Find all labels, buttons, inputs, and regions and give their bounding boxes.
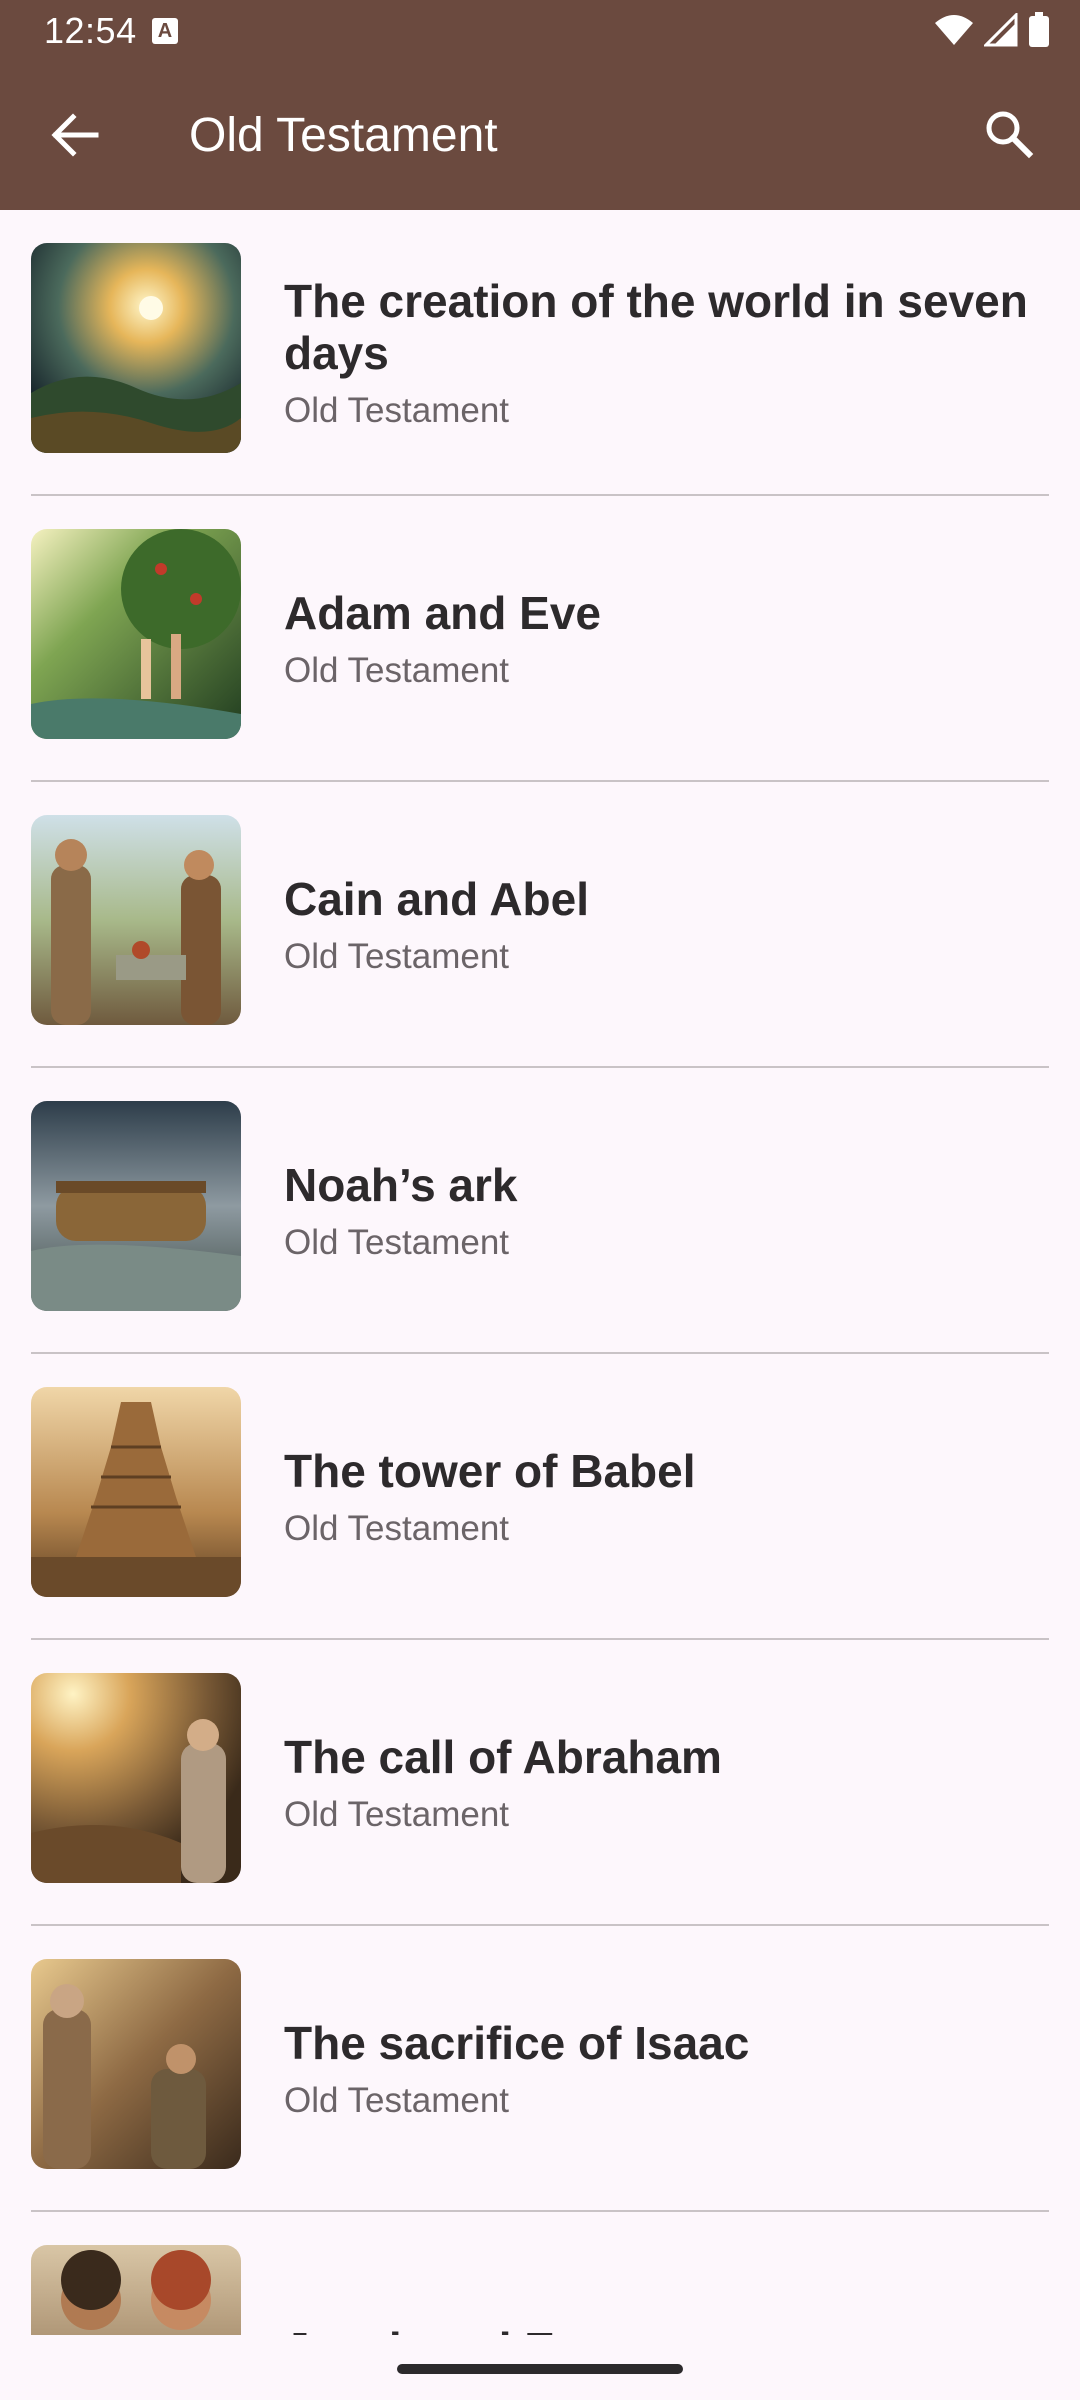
list-item-text: The tower of Babel Old Testament xyxy=(284,1354,1040,1640)
wifi-icon xyxy=(935,15,973,45)
list-item-text: Adam and Eve Old Testament xyxy=(284,496,1040,782)
list-item[interactable]: The tower of Babel Old Testament xyxy=(0,1354,1080,1640)
a-icon: A xyxy=(152,18,178,44)
story-subtitle: Old Testament xyxy=(284,651,510,690)
status-icons xyxy=(934,12,1050,48)
story-title: Jacob and Esau xyxy=(284,2323,1040,2335)
story-subtitle: Old Testament xyxy=(284,1509,510,1548)
story-subtitle: Old Testament xyxy=(284,2081,510,2120)
story-title: Noah’s ark xyxy=(284,1159,518,1211)
story-thumbnail xyxy=(31,529,241,739)
story-list[interactable]: The creation of the world in seven days … xyxy=(0,210,1080,2335)
story-thumbnail xyxy=(31,1101,241,1311)
list-item-text: The sacrifice of Isaac Old Testament xyxy=(284,1926,1040,2212)
story-title: The creation of the world in seven days xyxy=(284,275,1028,379)
list-item[interactable]: Noah’s ark Old Testament xyxy=(0,1068,1080,1354)
status-time: 12:54 xyxy=(44,10,137,51)
list-item[interactable]: Cain and Abel Old Testament xyxy=(0,782,1080,1068)
back-button[interactable] xyxy=(40,100,110,170)
signal-icon xyxy=(984,13,1018,47)
list-item[interactable]: The call of Abraham Old Testament xyxy=(0,1640,1080,1926)
story-title: The tower of Babel xyxy=(284,1445,696,1497)
list-item[interactable]: Jacob and Esau xyxy=(0,2212,1080,2335)
list-item-text: The creation of the world in seven days … xyxy=(284,210,1040,496)
story-thumbnail xyxy=(31,2245,241,2335)
story-title: Cain and Abel xyxy=(284,873,589,925)
battery-icon xyxy=(1029,12,1049,47)
app-bar: 12:54 A Old Testament xyxy=(0,0,1080,210)
story-thumbnail xyxy=(31,1387,241,1597)
page-title: Old Testament xyxy=(189,109,498,162)
story-thumbnail xyxy=(31,1959,241,2169)
list-item-text: Noah’s ark Old Testament xyxy=(284,1068,1040,1354)
story-thumbnail xyxy=(31,243,241,453)
story-thumbnail xyxy=(31,1673,241,1883)
list-item[interactable]: The creation of the world in seven days … xyxy=(0,210,1080,496)
status-bar: 12:54 A xyxy=(0,0,1080,60)
search-icon xyxy=(986,111,1034,159)
story-subtitle: Old Testament xyxy=(284,1795,510,1834)
story-thumbnail xyxy=(31,815,241,1025)
search-button[interactable] xyxy=(974,100,1044,170)
list-item[interactable]: The sacrifice of Isaac Old Testament xyxy=(0,1926,1080,2212)
arrow-back-icon xyxy=(51,113,99,157)
story-title: Adam and Eve xyxy=(284,587,601,639)
story-subtitle: Old Testament xyxy=(284,1223,510,1262)
story-title: The sacrifice of Isaac xyxy=(284,2017,750,2069)
list-item-text: Cain and Abel Old Testament xyxy=(284,782,1040,1068)
list-item-text: The call of Abraham Old Testament xyxy=(284,1640,1040,1926)
list-item[interactable]: Adam and Eve Old Testament xyxy=(0,496,1080,782)
story-subtitle: Old Testament xyxy=(284,391,510,430)
story-subtitle: Old Testament xyxy=(284,937,510,976)
navigation-handle[interactable] xyxy=(397,2364,683,2374)
story-title: The call of Abraham xyxy=(284,1731,722,1783)
list-item-text: Jacob and Esau xyxy=(284,2212,1040,2335)
